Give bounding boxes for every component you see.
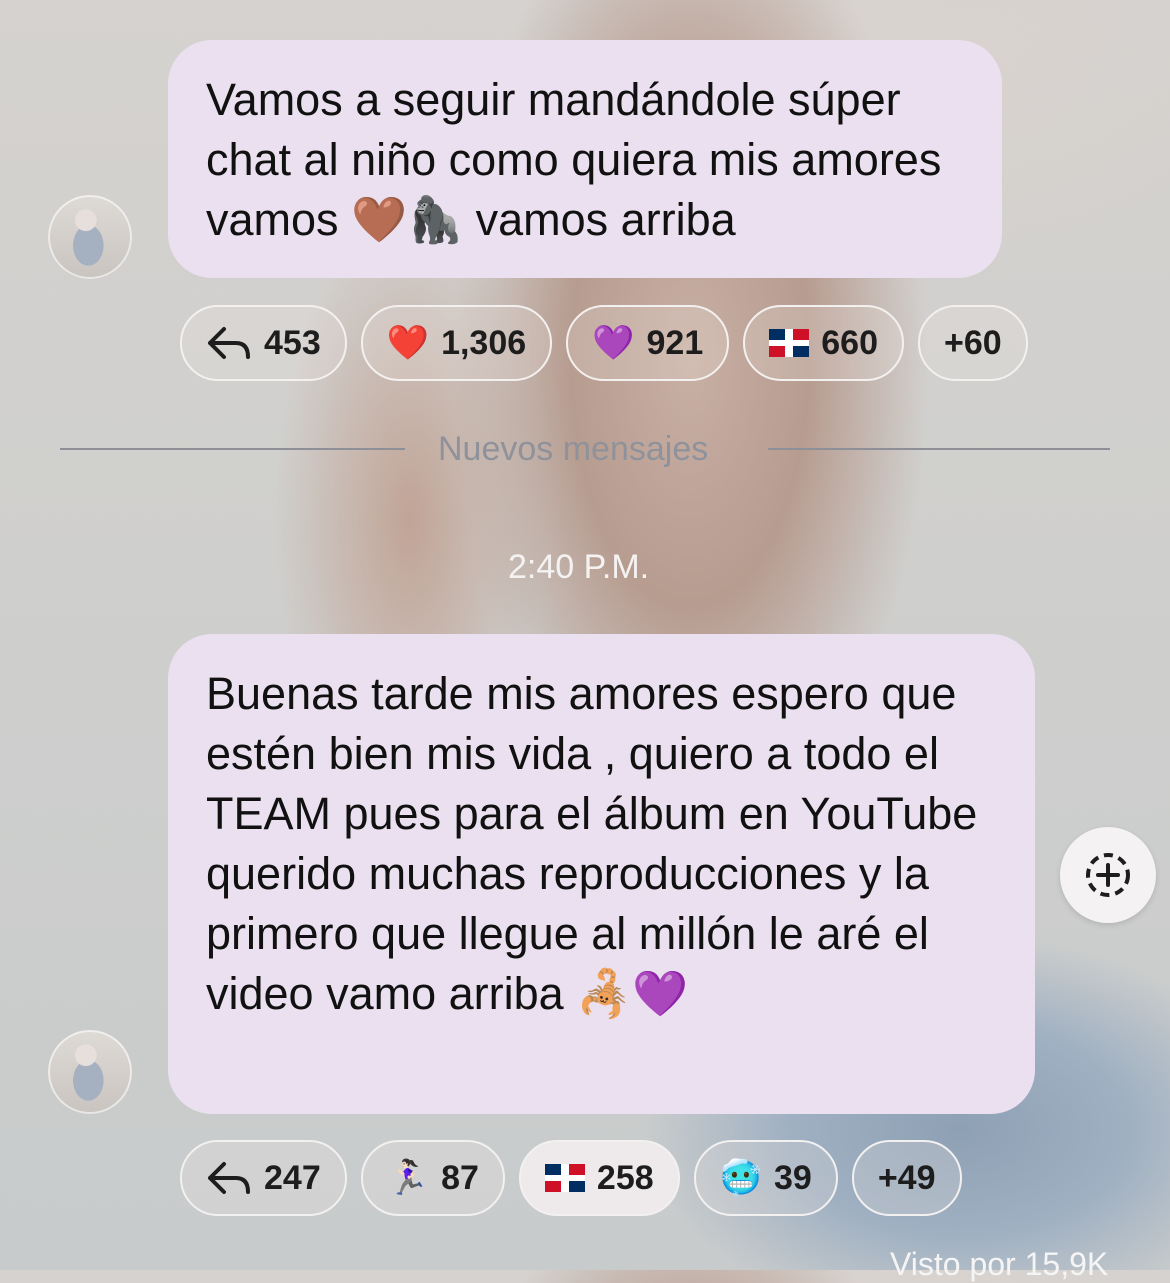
avatar[interactable] bbox=[48, 195, 132, 279]
reply-count-button[interactable]: 247 bbox=[180, 1140, 347, 1216]
reaction-count: 921 bbox=[646, 323, 704, 362]
reply-count-button[interactable]: 453 bbox=[180, 305, 347, 381]
reaction-count: 39 bbox=[773, 1158, 812, 1197]
reaction-count: 87 bbox=[441, 1158, 479, 1197]
reply-arrow-icon bbox=[208, 327, 250, 359]
cold-face-icon: 🥶 bbox=[719, 1159, 762, 1197]
more-reactions-count: +60 bbox=[943, 323, 1002, 362]
reaction-bar: 453 ❤️ 1,306 💜 921 660 +60 bbox=[180, 305, 1028, 381]
purple-heart-icon: 💜 bbox=[592, 324, 635, 362]
message-text: Vamos a seguir mandándole súper chat al … bbox=[206, 74, 942, 245]
more-reactions-count: +49 bbox=[877, 1158, 936, 1197]
more-reactions-button[interactable]: +60 bbox=[917, 305, 1028, 381]
dominican-flag-icon bbox=[544, 1164, 585, 1192]
add-reaction-button[interactable] bbox=[1060, 827, 1156, 923]
dominican-flag-icon bbox=[769, 329, 810, 357]
more-reactions-button[interactable]: +49 bbox=[851, 1140, 962, 1216]
divider-left bbox=[60, 448, 405, 450]
message-bubble[interactable]: Buenas tarde mis amores espero que estén… bbox=[168, 634, 1035, 1114]
views-count: Visto por 15,9K bbox=[890, 1246, 1109, 1282]
divider-right bbox=[768, 448, 1110, 450]
new-messages-label: Nuevos mensajes bbox=[438, 430, 709, 468]
reaction-count: 1,306 bbox=[441, 323, 527, 362]
reaction-count: 660 bbox=[821, 323, 878, 362]
timestamp: 2:40 P.M. bbox=[508, 548, 650, 586]
red-heart-icon: ❤️ bbox=[386, 324, 430, 362]
reaction-chip[interactable]: ❤️ 1,306 bbox=[360, 305, 553, 381]
reply-arrow-icon bbox=[208, 1162, 250, 1194]
avatar[interactable] bbox=[48, 1030, 132, 1114]
reaction-chip[interactable]: 🏃🏻‍♀️ 87 bbox=[360, 1140, 505, 1216]
message-text: Buenas tarde mis amores espero que estén… bbox=[206, 668, 978, 1019]
reaction-chip[interactable]: 🥶 39 bbox=[693, 1140, 838, 1216]
woman-running-icon: 🏃🏻‍♀️ bbox=[386, 1159, 430, 1197]
reply-count: 247 bbox=[264, 1158, 321, 1197]
reaction-chip-selected[interactable]: 258 bbox=[518, 1140, 680, 1216]
add-reaction-icon bbox=[1086, 853, 1130, 897]
reaction-count: 258 bbox=[596, 1158, 654, 1197]
reaction-chip[interactable]: 660 bbox=[743, 305, 904, 381]
reply-count: 453 bbox=[264, 323, 321, 362]
reaction-bar: 247 🏃🏻‍♀️ 87 258 🥶 39 +49 bbox=[180, 1140, 962, 1216]
reaction-chip[interactable]: 💜 921 bbox=[566, 305, 730, 381]
message-bubble[interactable]: Vamos a seguir mandándole súper chat al … bbox=[168, 40, 1002, 278]
